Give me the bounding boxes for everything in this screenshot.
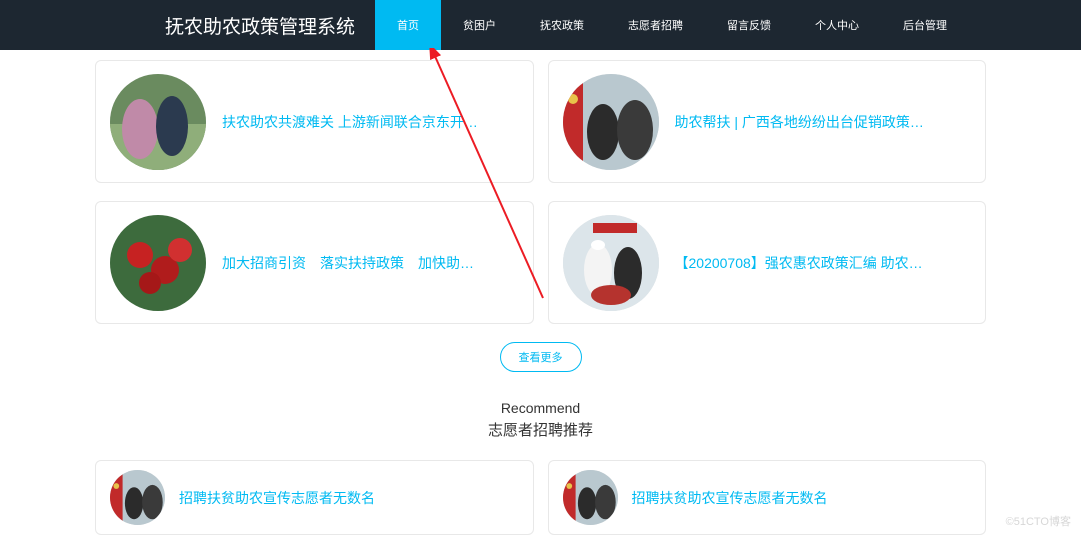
policy-title: 扶农助农共渡难关 上游新闻联合京东开… <box>222 112 519 132</box>
nav-items: 首页 贫困户 抚农政策 志愿者招聘 留言反馈 个人中心 后台管理 <box>375 0 969 50</box>
policy-row-2: 加大招商引资 落实扶持政策 加快助… 【20200708】强农惠农政策汇编 助农… <box>95 201 986 324</box>
thumbnail-icon <box>563 470 618 525</box>
policy-title: 加大招商引资 落实扶持政策 加快助… <box>222 253 519 273</box>
navbar: 抚农助农政策管理系统 首页 贫困户 抚农政策 志愿者招聘 留言反馈 个人中心 后… <box>0 0 1081 50</box>
recruit-row: 招聘扶贫助农宣传志愿者无数名 招聘扶贫助农宣传志愿者无数名 <box>95 460 986 535</box>
recruit-card[interactable]: 招聘扶贫助农宣传志愿者无数名 <box>95 460 534 535</box>
thumbnail-icon <box>110 470 165 525</box>
section-title-en: Recommend <box>95 400 986 416</box>
view-more-button[interactable]: 查看更多 <box>500 342 582 372</box>
nav-policies[interactable]: 抚农政策 <box>518 0 606 50</box>
recruit-card[interactable]: 招聘扶贫助农宣传志愿者无数名 <box>548 460 987 535</box>
brand-title: 抚农助农政策管理系统 <box>165 12 355 39</box>
section-title-zh: 志愿者招聘推荐 <box>95 419 986 440</box>
thumbnail-icon <box>110 74 206 170</box>
view-more-wrap: 查看更多 <box>95 342 986 372</box>
nav-home[interactable]: 首页 <box>375 0 441 50</box>
recruit-title: 招聘扶贫助农宣传志愿者无数名 <box>632 488 972 508</box>
nav-poor-households[interactable]: 贫困户 <box>441 0 518 50</box>
thumbnail-icon <box>563 215 659 311</box>
policy-card[interactable]: 加大招商引资 落实扶持政策 加快助… <box>95 201 534 324</box>
policy-card[interactable]: 【20200708】强农惠农政策汇编 助农… <box>548 201 987 324</box>
thumbnail-icon <box>563 74 659 170</box>
section-header: Recommend 志愿者招聘推荐 <box>95 400 986 440</box>
policy-row-1: 扶农助农共渡难关 上游新闻联合京东开… 助农帮扶 | 广西各地纷纷出台促销政策… <box>95 60 986 183</box>
nav-admin[interactable]: 后台管理 <box>881 0 969 50</box>
recruit-title: 招聘扶贫助农宣传志愿者无数名 <box>179 488 519 508</box>
thumbnail-icon <box>110 215 206 311</box>
policy-card[interactable]: 扶农助农共渡难关 上游新闻联合京东开… <box>95 60 534 183</box>
policy-title: 助农帮扶 | 广西各地纷纷出台促销政策… <box>675 112 972 132</box>
nav-volunteer[interactable]: 志愿者招聘 <box>606 0 705 50</box>
policy-card[interactable]: 助农帮扶 | 广西各地纷纷出台促销政策… <box>548 60 987 183</box>
nav-profile[interactable]: 个人中心 <box>793 0 881 50</box>
content: 扶农助农共渡难关 上游新闻联合京东开… 助农帮扶 | 广西各地纷纷出台促销政策…… <box>0 50 1081 535</box>
policy-title: 【20200708】强农惠农政策汇编 助农… <box>675 253 972 273</box>
nav-feedback[interactable]: 留言反馈 <box>705 0 793 50</box>
